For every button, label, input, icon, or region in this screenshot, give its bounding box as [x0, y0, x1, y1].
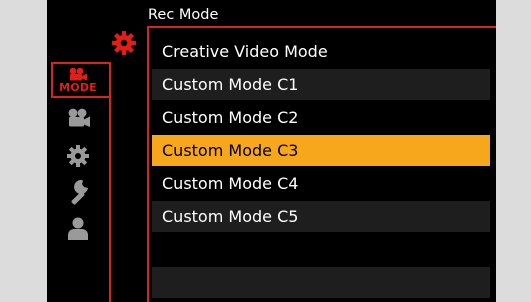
- video-camera-mode-icon: [67, 67, 89, 81]
- tab-custom-settings[interactable]: [47, 138, 109, 174]
- tab-column: MODE: [47, 0, 109, 302]
- tab-mode[interactable]: MODE: [47, 62, 109, 98]
- menu-item-custom-mode-c4[interactable]: Custom Mode C4: [152, 168, 490, 199]
- menu-list: Creative Video Mode Custom Mode C1 Custo…: [152, 36, 490, 300]
- wrench-icon: [66, 179, 90, 205]
- video-camera-icon: [65, 108, 91, 128]
- gear-icon: [66, 144, 90, 168]
- tab-divider: [109, 62, 111, 302]
- menu-title: Rec Mode: [148, 7, 219, 23]
- person-icon: [67, 216, 89, 240]
- menu-item-custom-mode-c5[interactable]: Custom Mode C5: [152, 201, 490, 232]
- menu-item-custom-mode-c2[interactable]: Custom Mode C2: [152, 102, 490, 133]
- tab-setup[interactable]: [47, 174, 109, 210]
- menu-item-empty: [152, 234, 490, 265]
- menu-item-custom-mode-c3[interactable]: Custom Mode C3: [152, 135, 490, 166]
- subtab-gear-icon[interactable]: [111, 30, 137, 56]
- menu-item-custom-mode-c1[interactable]: Custom Mode C1: [152, 69, 490, 100]
- camera-screen: MODE Rec Mode Creative Video Mode Custom…: [47, 0, 496, 302]
- tab-my-menu[interactable]: [47, 210, 109, 246]
- menu-item-empty: [152, 267, 490, 298]
- tab-video[interactable]: [47, 100, 109, 136]
- tab-mode-label: MODE: [59, 81, 97, 94]
- menu-item-creative-video-mode[interactable]: Creative Video Mode: [152, 36, 490, 67]
